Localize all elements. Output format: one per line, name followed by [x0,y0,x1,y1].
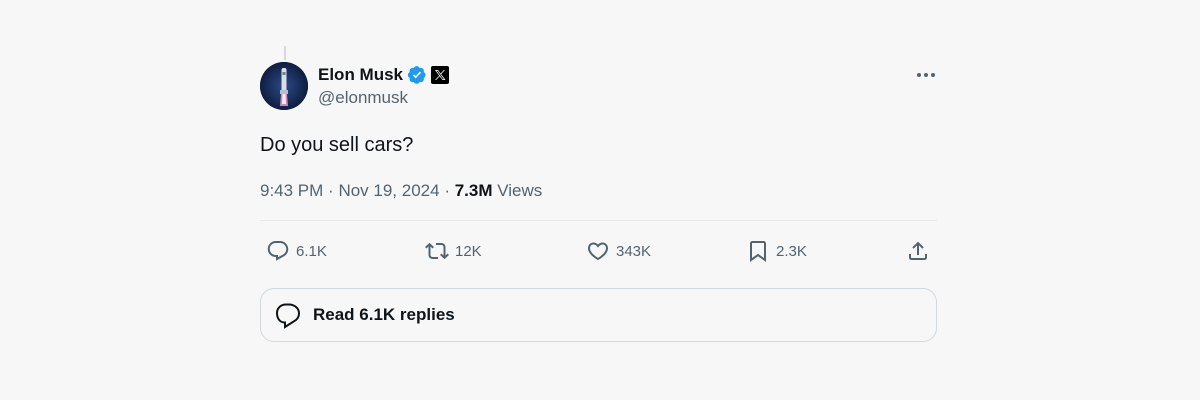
like-count: 343K [616,242,652,260]
reply-button[interactable]: 6.1K [266,234,327,268]
reply-count: 6.1K [296,242,327,260]
bookmark-button[interactable]: 2.3K [746,234,807,268]
heart-icon [587,242,609,261]
read-replies-label: Read 6.1K replies [313,305,455,324]
author-names: Elon Musk @elonmusk [318,64,450,108]
tweet-header: Elon Musk @elonmusk [260,46,937,110]
views-label: Views [497,181,543,200]
x-logo-icon[interactable] [431,66,450,84]
verified-badge-icon[interactable] [407,65,427,85]
bookmark-count: 2.3K [776,242,807,260]
author-handle[interactable]: @elonmusk [318,88,449,108]
more-dots-icon [917,73,935,77]
read-replies-button[interactable]: Read 6.1K replies [260,288,937,342]
more-options-button[interactable] [915,64,937,86]
tweet-card: Elon Musk @elonmusk Do you sell cars? 9:… [260,46,937,342]
display-name[interactable]: Elon Musk [318,65,403,85]
share-icon [909,241,927,260]
rocket-avatar-image [260,62,308,110]
replies-bubble-icon [275,303,301,329]
meta-separator: · [444,181,455,200]
action-bar: 6.1K 12K 343K 2.3K [260,234,937,268]
name-row: Elon Musk [318,64,450,86]
views-count: 7.3M [454,181,493,200]
bookmark-icon [750,241,766,262]
tweet-time[interactable]: 9:43 PM [260,181,323,200]
tweet-meta: 9:43 PM · Nov 19, 2024 · 7.3M Views [260,181,542,201]
retweet-count: 12K [455,242,482,260]
reply-icon [267,241,289,261]
meta-separator: · [328,181,339,200]
share-button[interactable] [906,234,930,268]
like-button[interactable]: 343K [586,234,651,268]
avatar[interactable] [260,62,308,110]
tweet-date[interactable]: Nov 19, 2024 [338,181,439,200]
retweet-button[interactable]: 12K [425,234,482,268]
tweet-text: Do you sell cars? [260,134,414,156]
divider [260,220,937,221]
retweet-icon [425,242,449,260]
